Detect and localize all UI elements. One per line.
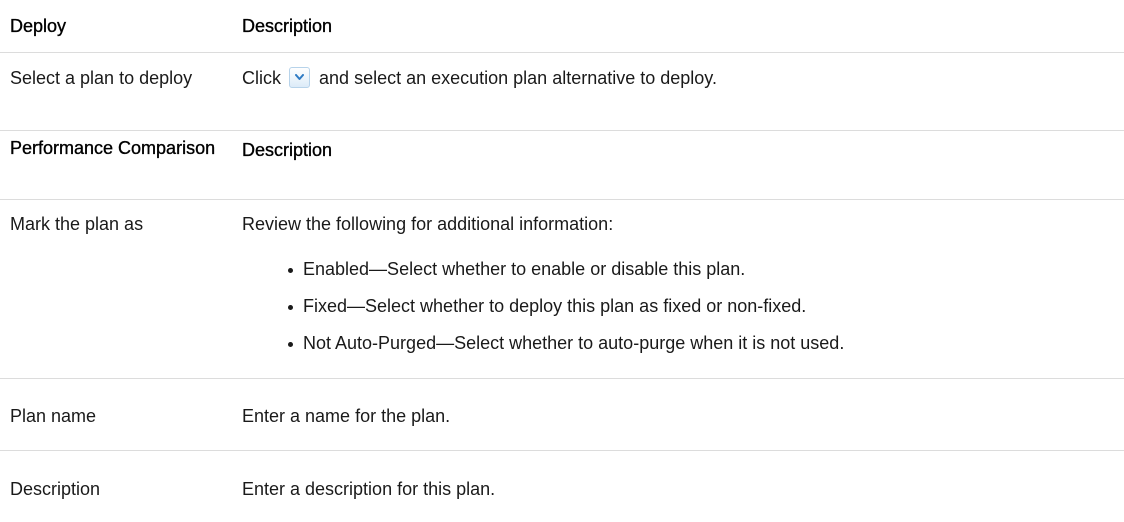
mark-plan-options-list: Enabled—Select whether to enable or disa… xyxy=(242,257,1114,368)
option-enabled: Enabled—Select whether to enable or disa… xyxy=(303,259,746,279)
bullet-icon xyxy=(288,268,293,273)
header-performance-comparison: Performance Comparison xyxy=(10,138,216,158)
deploy-table: Deploy Description Select a plan to depl… xyxy=(0,0,1124,522)
performance-table-header: Performance Comparison Description xyxy=(0,131,1124,200)
option-not-auto-purged: Not Auto-Purged—Select whether to auto-p… xyxy=(303,333,845,353)
header-description: Description xyxy=(242,16,333,36)
row-label-mark-plan: Mark the plan as xyxy=(10,214,144,234)
table-row: Plan name Enter a name for the plan. xyxy=(0,379,1124,451)
table-row: Mark the plan as Review the following fo… xyxy=(0,200,1124,379)
list-item: Not Auto-Purged—Select whether to auto-p… xyxy=(242,331,1114,368)
bullet-icon xyxy=(288,305,293,310)
dropdown-arrow-icon xyxy=(289,67,311,88)
deploy-table-header: Deploy Description xyxy=(0,0,1124,53)
row-label-description: Description xyxy=(10,479,101,499)
list-item: Enabled—Select whether to enable or disa… xyxy=(242,257,1114,294)
row-description-select-plan: Click and select an execution plan alter… xyxy=(232,66,1124,130)
mark-plan-intro: Review the following for additional info… xyxy=(242,214,614,234)
list-item: Fixed—Select whether to deploy this plan… xyxy=(242,294,1114,331)
row-description-mark-plan: Review the following for additional info… xyxy=(232,212,1124,378)
row-label-plan-name: Plan name xyxy=(10,406,97,426)
header-description-2: Description xyxy=(242,140,333,160)
row-description-description: Enter a description for this plan. xyxy=(242,479,496,499)
bullet-icon xyxy=(288,342,293,347)
table-row: Select a plan to deploy Click and select… xyxy=(0,53,1124,131)
row-description-plan-name: Enter a name for the plan. xyxy=(242,406,451,426)
table-row: Description Enter a description for this… xyxy=(0,451,1124,522)
click-text: Click xyxy=(242,68,281,88)
select-plan-instruction: and select an execution plan alternative… xyxy=(319,68,717,88)
option-fixed: Fixed—Select whether to deploy this plan… xyxy=(303,296,807,316)
row-label-select-plan: Select a plan to deploy xyxy=(10,68,193,88)
header-deploy: Deploy xyxy=(10,16,67,36)
